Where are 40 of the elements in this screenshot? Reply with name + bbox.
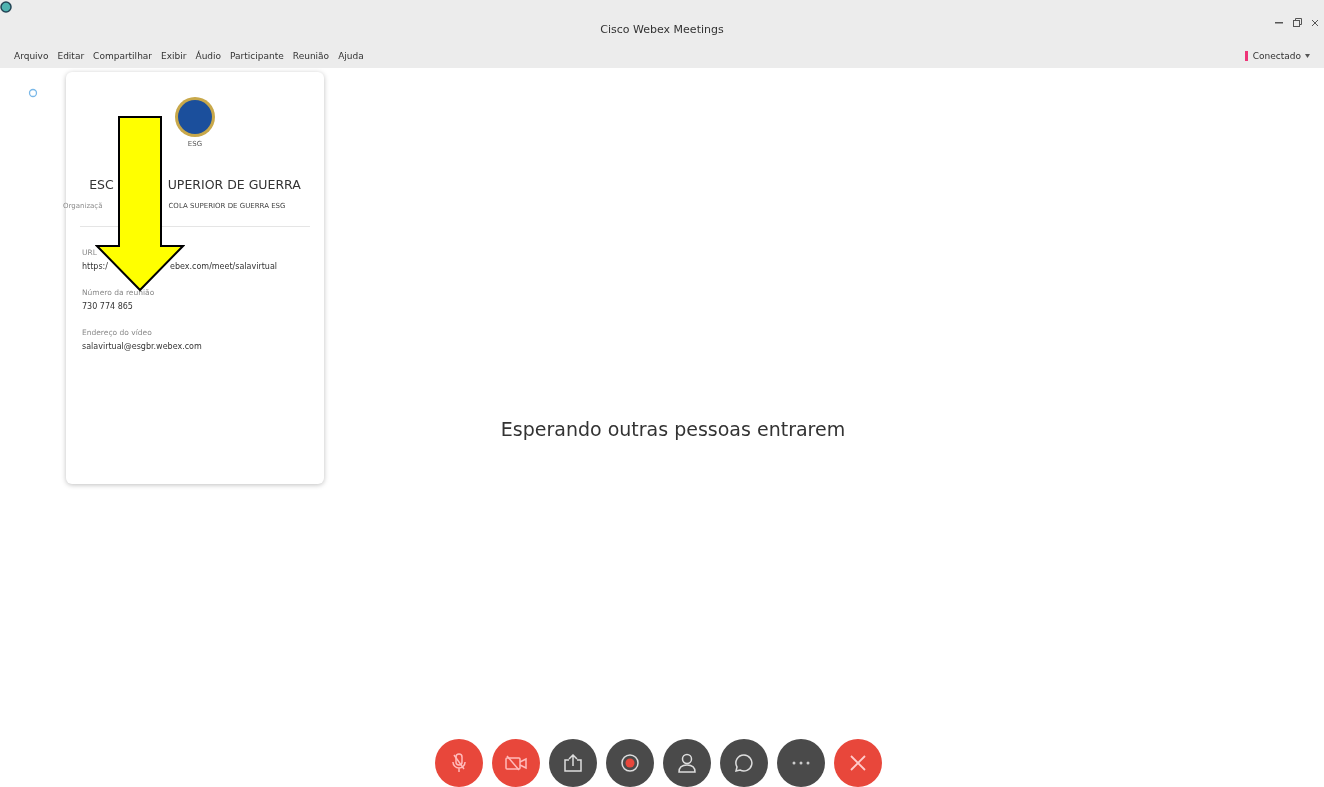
close-icon[interactable]	[1312, 19, 1318, 26]
waiting-message: Esperando outras pessoas entrarem	[500, 418, 846, 440]
close-icon	[849, 755, 866, 771]
emblem-icon	[174, 96, 216, 138]
minimize-icon[interactable]	[1275, 21, 1283, 24]
video-button[interactable]	[491, 739, 540, 787]
share-icon	[562, 754, 583, 772]
field-value: 730 774 865	[82, 302, 133, 311]
caret-icon	[1305, 54, 1310, 58]
restore-icon[interactable]	[1293, 18, 1302, 27]
more-button[interactable]	[776, 739, 825, 787]
organization-title: UPERIOR DE GUERRA	[167, 177, 301, 192]
app-logo-icon	[0, 1, 12, 13]
field-value: salavirtual@esgbr.webex.com	[82, 342, 202, 351]
menu-item[interactable]: Ajuda	[338, 51, 364, 61]
leave-button[interactable]	[833, 739, 882, 787]
menu-item[interactable]: Compartilhar	[93, 51, 153, 61]
chat-button[interactable]	[719, 739, 768, 787]
record-button[interactable]	[605, 739, 654, 787]
camera-off-icon	[504, 755, 527, 771]
mute-button[interactable]	[434, 739, 483, 787]
signal-icon	[1244, 51, 1249, 61]
organization-title: ESC	[89, 177, 114, 192]
chat-bubble-icon	[733, 753, 754, 773]
connection-status-button[interactable]: Conectado	[1244, 51, 1310, 61]
menu-item[interactable]: Participante	[230, 51, 284, 61]
menu-item[interactable]: Arquivo	[14, 51, 49, 61]
microphone-off-icon	[451, 753, 466, 773]
participants-button[interactable]	[662, 739, 711, 787]
menu-item[interactable]: Editar	[57, 51, 85, 61]
menu-item[interactable]: Exibir	[161, 51, 187, 61]
field-value: https:/	[82, 262, 108, 271]
menu-item[interactable]: Reunião	[292, 51, 330, 61]
share-button[interactable]	[548, 739, 597, 787]
record-icon	[620, 754, 639, 772]
person-icon	[677, 753, 696, 773]
field-value: ebex.com/meet/salavirtual	[170, 262, 278, 271]
window-title: Cisco Webex Meetings	[600, 22, 724, 36]
more-icon	[791, 761, 810, 765]
menu-item[interactable]: Áudio	[195, 51, 222, 61]
